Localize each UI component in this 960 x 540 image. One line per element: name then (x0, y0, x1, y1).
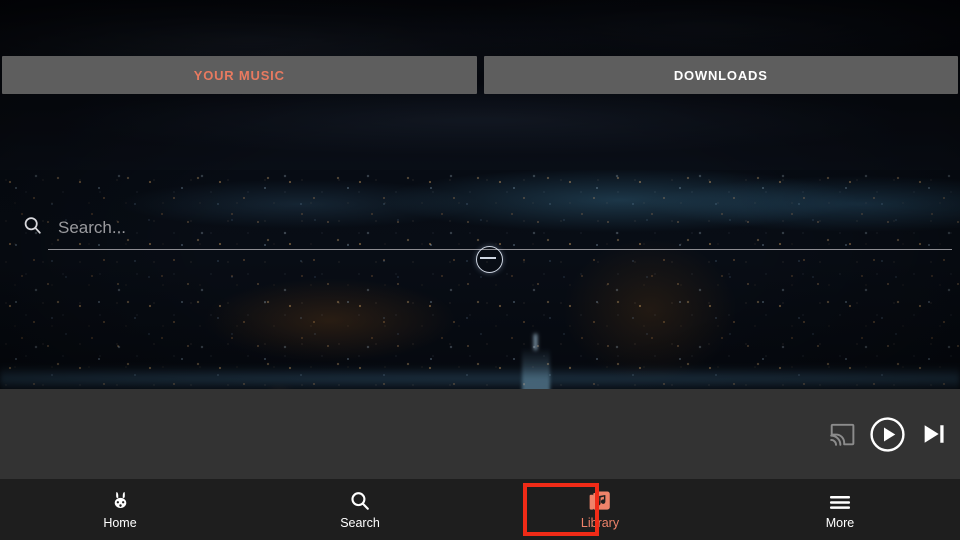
nav-item-library[interactable]: Library (480, 479, 720, 540)
search-input[interactable] (56, 212, 950, 244)
cast-icon[interactable] (829, 421, 855, 447)
nav-item-home-label: Home (103, 515, 137, 530)
search-icon (349, 490, 371, 512)
nav-item-home[interactable]: Home (0, 479, 240, 540)
no-entry-circle-icon (476, 246, 503, 273)
night-sky (0, 0, 960, 190)
rabbit-icon (109, 490, 132, 512)
hamburger-menu-icon (828, 490, 852, 512)
nav-item-more-label: More (825, 515, 855, 530)
player-controls (829, 389, 948, 479)
app-screen: YOUR MUSIC DOWNLOADS Search... Home Sear… (0, 0, 960, 540)
top-tab-bar: YOUR MUSIC DOWNLOADS (0, 56, 960, 94)
nav-item-search-label: Search (340, 515, 380, 530)
play-circle-icon[interactable] (869, 416, 906, 453)
tab-your-music[interactable]: YOUR MUSIC (2, 56, 477, 94)
fine-city-lights (0, 170, 960, 390)
nav-item-library-label: Library (580, 515, 620, 530)
tab-downloads[interactable]: DOWNLOADS (483, 56, 958, 94)
music-library-icon (588, 490, 612, 512)
horizon-glow (0, 366, 960, 390)
skip-next-icon[interactable] (920, 420, 948, 448)
search-underline (48, 249, 952, 250)
nav-item-more[interactable]: More (720, 479, 960, 540)
tab-downloads-label: DOWNLOADS (673, 67, 768, 83)
tab-your-music-label: YOUR MUSIC (193, 67, 285, 83)
search-bar (0, 104, 960, 250)
player-bar (0, 389, 960, 479)
nav-item-search[interactable]: Search (240, 479, 480, 540)
search-icon (22, 215, 43, 241)
bottom-navigation-bar: Home Search Library More (0, 479, 960, 540)
city-skyline (0, 170, 960, 390)
